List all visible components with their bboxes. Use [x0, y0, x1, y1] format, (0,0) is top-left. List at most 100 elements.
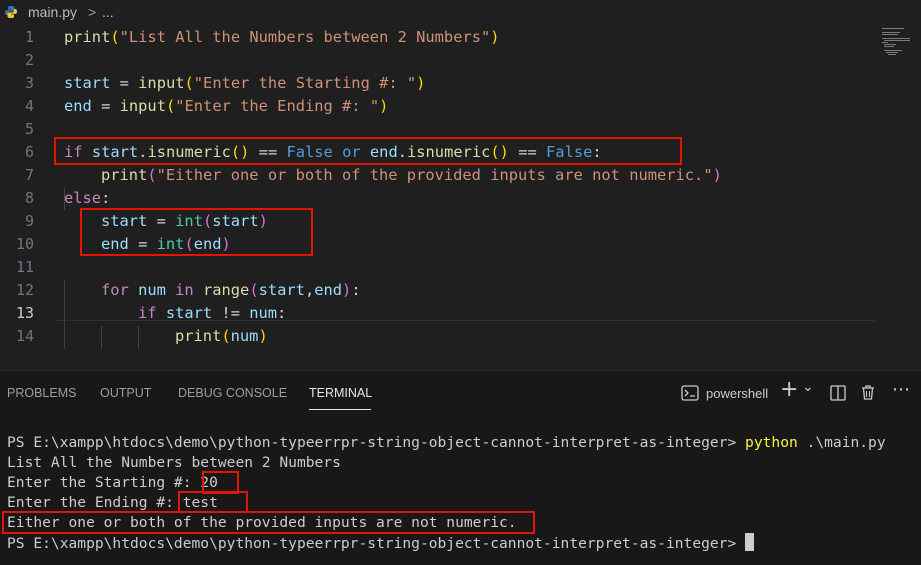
- chevron-down-icon[interactable]: ⌄: [802, 379, 814, 395]
- line-number: 8: [24, 189, 34, 207]
- token: "Either one or both of the provided inpu…: [156, 166, 713, 184]
- code-line: 2: [0, 49, 921, 72]
- token: ): [342, 281, 352, 299]
- token: =: [110, 74, 139, 92]
- token: (: [147, 166, 157, 184]
- tab-debug-console[interactable]: DEBUG CONSOLE: [178, 386, 287, 400]
- code-editor[interactable]: 1 print("List All the Numbers between 2 …: [0, 26, 921, 370]
- tab-terminal[interactable]: TERMINAL: [309, 386, 372, 400]
- tab-problems[interactable]: PROBLEMS: [7, 386, 76, 400]
- bottom-panel: PROBLEMS OUTPUT DEBUG CONSOLE TERMINAL p…: [0, 370, 921, 565]
- more-icon[interactable]: ⋯: [892, 379, 910, 400]
- token: ): [712, 166, 722, 184]
- token: for: [101, 281, 129, 299]
- token: :: [351, 281, 361, 299]
- line-number: 1: [24, 28, 34, 46]
- code-text: else:: [64, 187, 110, 210]
- line-number: 6: [24, 143, 34, 161]
- token: "List All the Numbers between 2 Numbers": [119, 28, 491, 46]
- token: num: [249, 304, 278, 322]
- token: start: [258, 281, 305, 299]
- code-text: for num in range(start,end):: [101, 279, 361, 302]
- code-text: end = input("Enter the Ending #: "): [64, 95, 388, 118]
- terminal-prompt: PS E:\xampp\htdocs\demo\python-typeerrpr…: [7, 535, 746, 552]
- token: (: [249, 281, 259, 299]
- line-number: 11: [15, 258, 34, 276]
- highlight-box-if-condition: [54, 137, 682, 165]
- shell-name: powershell: [706, 386, 769, 401]
- line-number: 13: [15, 304, 34, 322]
- python-file-icon: [5, 6, 17, 18]
- token: end: [64, 97, 92, 115]
- token: ,: [304, 281, 315, 299]
- code-line: 1 print("List All the Numbers between 2 …: [0, 26, 921, 49]
- token: print: [101, 166, 148, 184]
- line-number: 5: [24, 120, 34, 138]
- token: !=: [212, 304, 250, 322]
- highlight-box-int-conversion: [80, 208, 313, 256]
- active-tab-indicator: [309, 409, 371, 410]
- token: =: [91, 97, 120, 115]
- line-number: 3: [24, 74, 34, 92]
- breadcrumb-file[interactable]: main.py: [28, 4, 77, 20]
- token: range: [193, 281, 250, 299]
- line-number: 10: [15, 235, 34, 253]
- token: :: [101, 189, 111, 207]
- token: num: [230, 327, 259, 345]
- line-number: 14: [15, 327, 34, 345]
- line-number: 9: [24, 212, 34, 230]
- line-number: 2: [24, 51, 34, 69]
- terminal-cursor: [745, 533, 755, 551]
- token: :: [277, 304, 287, 322]
- token: (: [221, 327, 231, 345]
- code-line: 4 end = input("Enter the Ending #: "): [0, 95, 921, 118]
- token: ): [258, 327, 268, 345]
- code-text: print("List All the Numbers between 2 Nu…: [64, 26, 500, 49]
- terminal-output[interactable]: PS E:\xampp\htdocs\demo\python-typeerrpr…: [7, 433, 886, 554]
- terminal-icon: [681, 385, 699, 401]
- code-line: 7 print("Either one or both of the provi…: [0, 164, 921, 187]
- token: start: [64, 74, 111, 92]
- token: ): [490, 28, 500, 46]
- terminal-line: Enter the Ending #:: [7, 494, 183, 511]
- token: (: [184, 74, 194, 92]
- token: in: [175, 281, 194, 299]
- trash-icon[interactable]: [860, 384, 876, 401]
- token: start: [156, 304, 213, 322]
- token: ): [379, 97, 389, 115]
- token: else: [64, 189, 102, 207]
- token: num: [128, 281, 176, 299]
- new-terminal-plus-icon[interactable]: +: [780, 377, 798, 402]
- token: "Enter the Starting #: ": [193, 74, 417, 92]
- code-text: print("Either one or both of the provide…: [101, 164, 722, 187]
- terminal-line: List All the Numbers between 2 Numbers: [7, 454, 341, 471]
- breadcrumb-symbols[interactable]: ...: [102, 4, 114, 20]
- token: print: [64, 28, 111, 46]
- token: "Enter the Ending #: ": [175, 97, 380, 115]
- code-line: 14 print(num): [0, 325, 921, 348]
- code-line: 13 if start != num:: [0, 302, 921, 325]
- breadcrumb: main.py > ...: [0, 0, 921, 26]
- terminal-command: python: [745, 434, 798, 451]
- code-line: 11: [0, 256, 921, 279]
- terminal-command-arg: .\main.py: [797, 434, 886, 451]
- highlight-box-error-message: [2, 511, 535, 534]
- split-terminal-icon[interactable]: [830, 385, 846, 401]
- tab-output[interactable]: OUTPUT: [100, 386, 151, 400]
- line-number: 12: [15, 281, 34, 299]
- code-text: start = input("Enter the Starting #: "): [64, 72, 425, 95]
- token: input: [119, 97, 166, 115]
- terminal-line: Enter the Starting #:: [7, 474, 201, 491]
- token: ): [416, 74, 426, 92]
- token: input: [138, 74, 185, 92]
- line-number: 7: [24, 166, 34, 184]
- code-line: 12 for num in range(start,end):: [0, 279, 921, 302]
- terminal-prompt: PS E:\xampp\htdocs\demo\python-typeerrpr…: [7, 434, 746, 451]
- line-number: 4: [24, 97, 34, 115]
- token: end: [314, 281, 343, 299]
- code-line: 8 else:: [0, 187, 921, 210]
- token: (: [110, 28, 120, 46]
- code-text: print(num): [175, 325, 268, 348]
- token: if: [138, 304, 157, 322]
- breadcrumb-separator: >: [88, 4, 97, 20]
